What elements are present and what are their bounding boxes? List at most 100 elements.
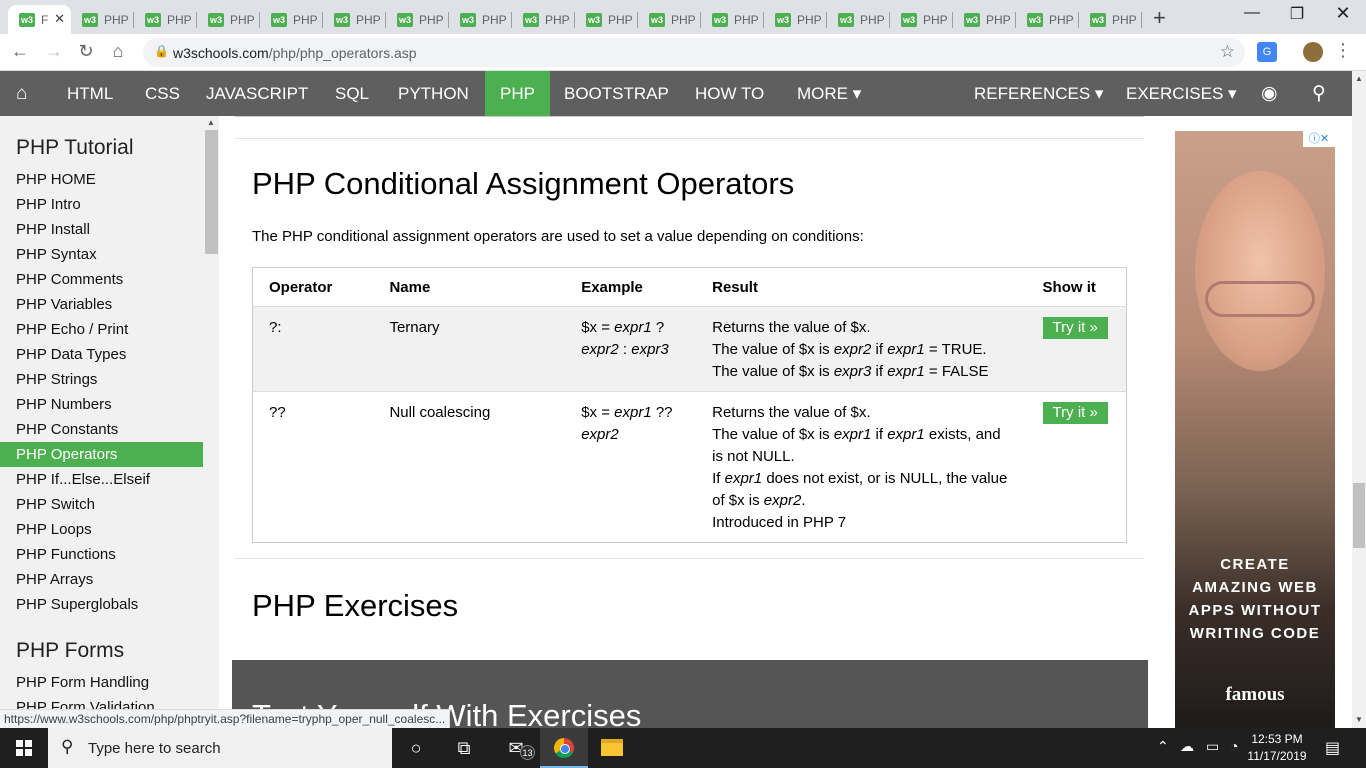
browser-tab[interactable]: w3 PHP (323, 5, 386, 34)
browser-tab[interactable]: w3 PHP (260, 5, 323, 34)
forward-icon[interactable]: → (42, 41, 66, 62)
browser-tab[interactable]: w3 PHP (512, 5, 575, 34)
browser-tab[interactable]: w3 PHP (1079, 5, 1142, 34)
browser-menu-icon[interactable]: ⋮ (1334, 40, 1352, 61)
url-text[interactable]: w3schools.com/php/php_operators.asp (173, 45, 417, 61)
sidebar-link[interactable]: PHP Constants (0, 417, 203, 442)
advertisement[interactable]: ⓘ✕ CREATE AMAZING WEB APPS WITHOUT WRITI… (1175, 131, 1335, 731)
profile-avatar[interactable] (1303, 42, 1323, 62)
scroll-down-arrow-icon[interactable]: ▼ (1355, 715, 1363, 724)
browser-tab[interactable]: w3 PHP (638, 5, 701, 34)
sidebar-link[interactable]: PHP Loops (0, 517, 203, 542)
address-bar[interactable]: 🔒 w3schools.com/php/php_operators.asp ☆ (143, 38, 1245, 67)
back-icon[interactable]: ← (8, 41, 32, 62)
browser-tab[interactable]: w3 PHP (890, 5, 953, 34)
sidebar-link[interactable]: PHP Form Handling (0, 670, 203, 695)
nav-item-python[interactable]: PYTHON (383, 71, 484, 116)
search-icon[interactable]: ⚲ (1312, 71, 1326, 116)
browser-tab[interactable]: w3 PHP (71, 5, 134, 34)
browser-tab[interactable]: w3 F ✕ (8, 5, 71, 34)
chrome-icon (554, 738, 574, 758)
browser-tab[interactable]: w3 PHP (701, 5, 764, 34)
sidebar-link[interactable]: PHP Arrays (0, 567, 203, 592)
sidebar-link[interactable]: PHP Syntax (0, 242, 203, 267)
home-icon[interactable]: ⌂ (106, 41, 130, 62)
task-view-icon[interactable]: ⧉ (440, 728, 488, 768)
nav-item-bootstrap[interactable]: BOOTSTRAP (549, 71, 684, 116)
browser-tab[interactable]: w3 PHP (953, 5, 1016, 34)
browser-tab[interactable]: w3 PHP (827, 5, 890, 34)
browser-tab[interactable]: w3 PHP (1016, 5, 1079, 34)
taskbar-search-box[interactable]: ⚲ Type here to search (48, 728, 392, 768)
sidebar-link[interactable]: PHP Switch (0, 492, 203, 517)
tab-title: PHP (1049, 12, 1074, 27)
chevron-up-icon[interactable]: ⌃ (1157, 738, 1169, 755)
translate-icon[interactable]: G (1257, 42, 1277, 62)
close-window-button[interactable]: ✕ (1320, 3, 1366, 24)
sidebar-link[interactable]: PHP Functions (0, 542, 203, 567)
nav-item-more[interactable]: MORE ▾ (782, 71, 876, 116)
cell-example: $x = expr1 ? expr2 : expr3 (565, 306, 697, 392)
browser-tab[interactable]: w3 PHP (386, 5, 449, 34)
file-explorer-taskbar-button[interactable] (588, 728, 636, 768)
sidebar-scroll-thumb[interactable] (205, 130, 218, 254)
browser-tab[interactable]: w3 PHP (449, 5, 512, 34)
sidebar-link[interactable]: PHP Intro (0, 192, 203, 217)
tab-close-icon[interactable]: ✕ (54, 11, 65, 27)
nav-item-javascript[interactable]: JAVASCRIPT (191, 71, 323, 116)
nav-item-sql[interactable]: SQL (320, 71, 384, 116)
sidebar-link[interactable]: PHP Operators (0, 442, 203, 467)
sidebar-link[interactable]: PHP Data Types (0, 342, 203, 367)
nav-item-exercises[interactable]: EXERCISES ▾ (1111, 71, 1252, 116)
page-scrollbar[interactable] (1352, 71, 1366, 728)
tab-title: PHP (923, 12, 948, 27)
wifi-icon[interactable]: ◔ (1230, 738, 1238, 754)
minimize-button[interactable]: — (1229, 4, 1275, 22)
nav-item-php[interactable]: PHP (485, 71, 550, 116)
tab-title: PHP (167, 12, 192, 27)
new-tab-button[interactable]: + (1153, 5, 1166, 31)
sidebar-link[interactable]: PHP If...Else...Elseif (0, 467, 203, 492)
scroll-up-arrow-icon[interactable]: ▲ (1355, 74, 1363, 83)
sidebar-link[interactable]: PHP Comments (0, 267, 203, 292)
chrome-taskbar-button[interactable] (540, 728, 588, 768)
operators-table: Operator Name Example Result Show it ?: T… (252, 267, 1127, 543)
nav-item-references[interactable]: REFERENCES ▾ (959, 71, 1118, 116)
nav-item-css[interactable]: CSS (130, 71, 195, 116)
nav-item-how-to[interactable]: HOW TO (680, 71, 779, 116)
battery-icon[interactable]: ▭ (1206, 738, 1219, 755)
tab-title: PHP (230, 12, 255, 27)
sidebar-link[interactable]: PHP HOME (0, 167, 203, 192)
globe-icon[interactable]: ◉ (1261, 71, 1278, 116)
clock-date: 11/17/2019 (1247, 749, 1307, 763)
divider (235, 558, 1144, 559)
browser-tab[interactable]: w3 PHP (575, 5, 638, 34)
start-button[interactable] (0, 728, 48, 768)
system-clock[interactable]: 12:53 PM 11/17/2019 (1244, 731, 1310, 765)
adchoices-icon[interactable]: ⓘ✕ (1303, 131, 1335, 147)
header-show-it: Show it (1026, 267, 1127, 307)
sidebar-link[interactable]: PHP Variables (0, 292, 203, 317)
browser-tab[interactable]: w3 PHP (197, 5, 260, 34)
cortana-icon[interactable]: ○ (392, 728, 440, 768)
onedrive-cloud-icon[interactable]: ☁ (1180, 738, 1194, 755)
right-column: ⓘ✕ CREATE AMAZING WEB APPS WITHOUT WRITI… (1160, 116, 1352, 731)
try-it-button[interactable]: Try it » (1042, 317, 1108, 339)
nav-item-html[interactable]: HTML (52, 71, 128, 116)
reload-icon[interactable]: ↻ (74, 41, 98, 62)
home-icon[interactable]: ⌂ (16, 71, 27, 116)
try-it-button[interactable]: Try it » (1042, 402, 1108, 424)
sidebar-link[interactable]: PHP Install (0, 217, 203, 242)
sidebar-link[interactable]: PHP Numbers (0, 392, 203, 417)
browser-tab[interactable]: w3 PHP (134, 5, 197, 34)
scroll-up-arrow-icon[interactable]: ▲ (207, 118, 215, 127)
browser-tab[interactable]: w3 PHP (764, 5, 827, 34)
notification-icon[interactable]: ▤ (1325, 738, 1340, 758)
bookmark-star-icon[interactable]: ☆ (1220, 42, 1235, 62)
maximize-button[interactable]: ❐ (1274, 4, 1320, 24)
page-scroll-thumb[interactable] (1353, 483, 1365, 548)
sidebar-link[interactable]: PHP Superglobals (0, 592, 203, 617)
sidebar-link[interactable]: PHP Strings (0, 367, 203, 392)
sidebar-link[interactable]: PHP Echo / Print (0, 317, 203, 342)
cell-result: Returns the value of $x. The value of $x … (696, 306, 1027, 392)
